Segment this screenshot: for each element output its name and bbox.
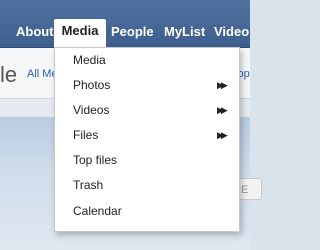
menu-item-label: Media: [73, 53, 106, 67]
menu-item-label: Videos: [73, 103, 110, 117]
menu-item-label: Calendar: [73, 204, 122, 218]
menu-item-videos[interactable]: Videos ▶▶: [55, 98, 239, 122]
media-dropdown-menu: Media Photos ▶▶ Videos ▶▶ Files ▶▶ Top f…: [54, 47, 240, 232]
menu-item-top-files[interactable]: Top files: [55, 148, 239, 172]
submenu-arrow-icon: ▶▶: [217, 130, 228, 140]
menu-item-media[interactable]: Media: [55, 48, 239, 72]
nav-item-people[interactable]: People: [111, 20, 154, 47]
menu-item-calendar[interactable]: Calendar: [55, 199, 239, 223]
filter-link-all[interactable]: All Me: [27, 68, 58, 80]
menu-item-label: Photos: [73, 78, 111, 92]
submenu-arrow-icon: ▶▶: [217, 105, 228, 115]
nav-item-media[interactable]: Media: [54, 19, 106, 47]
menu-item-photos[interactable]: Photos ▶▶: [55, 73, 239, 97]
menu-item-trash[interactable]: Trash: [55, 173, 239, 197]
menu-item-label: Top files: [73, 153, 118, 167]
menu-item-label: Trash: [73, 178, 104, 192]
nav-item-about[interactable]: About: [16, 20, 54, 47]
menu-item-files[interactable]: Files ▶▶: [55, 123, 239, 147]
nav-item-video[interactable]: Video: [214, 20, 249, 47]
page-title: le: [0, 62, 18, 87]
submenu-arrow-icon: ▶▶: [217, 80, 228, 90]
menu-item-label: Files: [73, 128, 99, 142]
nav-item-mylist[interactable]: MyList: [164, 20, 205, 47]
top-navbar: About Media People MyList Video: [0, 0, 250, 48]
